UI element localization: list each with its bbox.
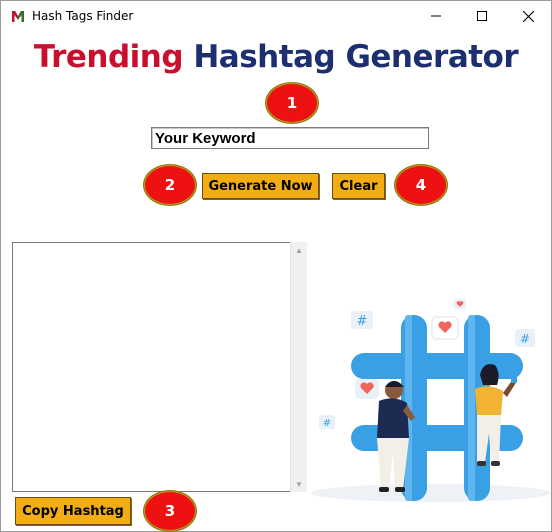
- svg-text:#: #: [323, 418, 331, 429]
- title-bar[interactable]: Hash Tags Finder: [1, 1, 551, 31]
- hashtag-bubble-icon: #: [319, 415, 335, 429]
- step-marker-2: 2: [143, 164, 197, 206]
- step-marker-1: 1: [265, 82, 319, 124]
- heart-bubble-icon: [355, 379, 379, 399]
- page-title: Trending Hashtag Generator: [1, 39, 551, 75]
- heart-bubble-icon: [431, 316, 459, 340]
- scroll-down-arrow-icon[interactable]: ▼: [294, 479, 304, 489]
- scroll-up-arrow-icon[interactable]: ▲: [294, 245, 304, 255]
- generate-now-button[interactable]: Generate Now: [202, 173, 319, 199]
- title-word-trending: Trending: [33, 39, 184, 75]
- step-marker-4: 4: [394, 164, 448, 206]
- maximize-button[interactable]: [459, 1, 505, 31]
- hashtag-bubble-icon: #: [351, 311, 373, 329]
- output-scrollbar[interactable]: ▲ ▼: [290, 242, 307, 492]
- close-button[interactable]: [505, 1, 551, 31]
- minimize-icon: [431, 15, 441, 17]
- close-icon: [522, 10, 534, 22]
- heart-bubble-icon: [454, 299, 466, 309]
- app-window: Hash Tags Finder Trending Hashtag Genera…: [0, 0, 552, 532]
- hashtag-output-area[interactable]: [12, 242, 291, 492]
- step-marker-3: 3: [143, 490, 197, 532]
- maximize-icon: [477, 11, 487, 21]
- svg-text:#: #: [357, 314, 368, 329]
- keyword-input[interactable]: [151, 127, 429, 149]
- title-word-hashtag-generator: Hashtag Generator: [193, 39, 519, 75]
- clear-button[interactable]: Clear: [332, 173, 385, 199]
- minimize-button[interactable]: [413, 1, 459, 31]
- copy-hashtag-button[interactable]: Copy Hashtag: [15, 497, 131, 525]
- hashtag-people-illustration: # # #: [311, 299, 551, 502]
- window-title: Hash Tags Finder: [32, 9, 134, 23]
- hashtag-bubble-icon: #: [515, 329, 535, 347]
- app-logo-icon: [11, 9, 25, 23]
- svg-text:#: #: [520, 332, 530, 346]
